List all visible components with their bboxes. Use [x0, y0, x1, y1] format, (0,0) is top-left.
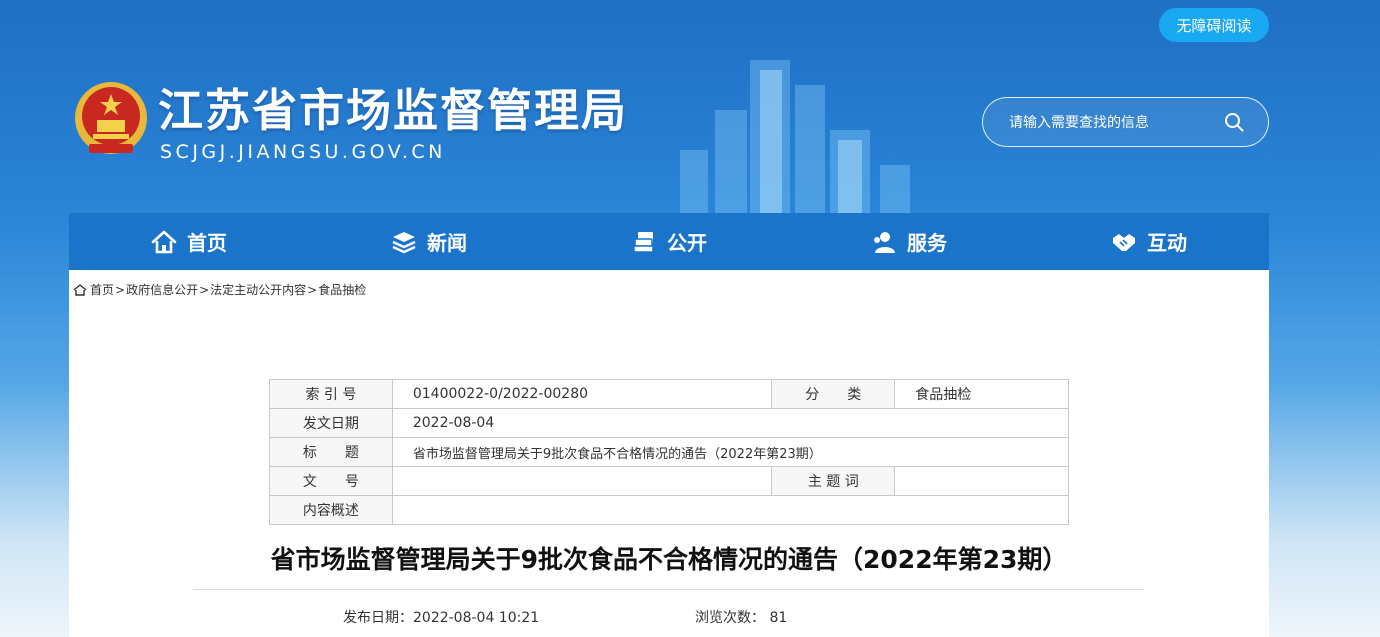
title-divider [193, 589, 1144, 590]
table-row: 标 题 省市场监督管理局关于9批次食品不合格情况的通告（2022年第23期） [269, 437, 1070, 467]
issue-date-value: 2022-08-04 [391, 408, 1070, 438]
city-skyline-graphic [680, 60, 910, 215]
category-value: 食品抽检 [894, 379, 1069, 409]
accessibility-reading-button[interactable]: 无障碍阅读 [1159, 8, 1269, 42]
nav-item-label: 互动 [1147, 231, 1187, 255]
category-label: 分 类 [771, 379, 896, 409]
search-box [982, 97, 1269, 148]
index-number-label: 索 引 号 [269, 379, 393, 409]
issue-date-label: 发文日期 [269, 408, 393, 438]
nav-item-news[interactable]: 新闻 [309, 213, 549, 270]
summary-value [391, 495, 1070, 525]
document-metadata-table: 索 引 号 01400022-0/2022-00280 分 类 食品抽检 发文日… [269, 379, 1070, 525]
nav-item-label: 新闻 [427, 231, 467, 255]
breadcrumb-food-inspection-link[interactable]: 食品抽检 [318, 281, 366, 298]
nav-item-interaction[interactable]: 互动 [1029, 213, 1269, 270]
document-stack-icon [633, 231, 654, 253]
breadcrumb-separator: > [115, 282, 126, 297]
main-navigation: 首页 新闻 公开 服务 互动 [69, 213, 1269, 270]
site-title: 江苏省市场监督管理局 [158, 84, 629, 137]
nav-item-service[interactable]: 服务 [789, 213, 1029, 270]
nav-item-label: 服务 [907, 231, 947, 255]
publish-date: 发布日期：2022-08-04 10:21 [343, 607, 539, 627]
handshake-icon [1113, 233, 1135, 251]
nav-item-home[interactable]: 首页 [69, 213, 309, 270]
breadcrumb-gov-info-link[interactable]: 政府信息公开 [126, 281, 198, 298]
nav-item-label: 公开 [667, 231, 707, 255]
site-domain: SCJGJ.JIANGSU.GOV.CN [160, 141, 446, 163]
breadcrumb: 首页 > 政府信息公开 > 法定主动公开内容 > 食品抽检 [73, 281, 366, 298]
search-input[interactable] [1007, 98, 1211, 148]
document-number-label: 文 号 [269, 466, 393, 496]
layers-icon [392, 231, 416, 253]
publish-date-label: 发布日期： [343, 610, 413, 626]
nav-item-disclosure[interactable]: 公开 [549, 213, 789, 270]
view-count-value: 81 [769, 610, 788, 626]
table-row: 索 引 号 01400022-0/2022-00280 分 类 食品抽检 [269, 379, 1069, 409]
keywords-label: 主 题 词 [771, 466, 896, 496]
index-number-value: 01400022-0/2022-00280 [391, 379, 773, 409]
home-icon [151, 230, 177, 253]
table-row: 文 号 主 题 词 [269, 466, 1069, 496]
publish-date-value: 2022-08-04 10:21 [413, 610, 540, 626]
table-row: 发文日期 2022-08-04 [269, 408, 1070, 438]
article-title: 省市场监督管理局关于9批次食品不合格情况的通告（2022年第23期） [270, 545, 1068, 574]
keywords-value [894, 466, 1069, 496]
summary-label: 内容概述 [269, 495, 393, 525]
breadcrumb-legal-disclosure-link[interactable]: 法定主动公开内容 [210, 281, 306, 298]
document-number-value [391, 466, 773, 496]
view-count: 浏览次数： 81 [695, 607, 787, 627]
title-label: 标 题 [269, 437, 393, 467]
breadcrumb-separator: > [199, 282, 210, 297]
home-icon [73, 283, 87, 296]
national-emblem-logo [75, 82, 147, 154]
search-icon[interactable] [1224, 112, 1244, 132]
content-panel: 首页 > 政府信息公开 > 法定主动公开内容 > 食品抽检 索 引 号 0140… [69, 270, 1269, 637]
person-icon [874, 231, 895, 253]
title-value: 省市场监督管理局关于9批次食品不合格情况的通告（2022年第23期） [391, 437, 1070, 467]
breadcrumb-home-link[interactable]: 首页 [90, 281, 114, 298]
table-row: 内容概述 [269, 495, 1070, 525]
view-count-label: 浏览次数： [695, 610, 765, 626]
breadcrumb-separator: > [307, 282, 318, 297]
nav-item-label: 首页 [187, 231, 227, 255]
